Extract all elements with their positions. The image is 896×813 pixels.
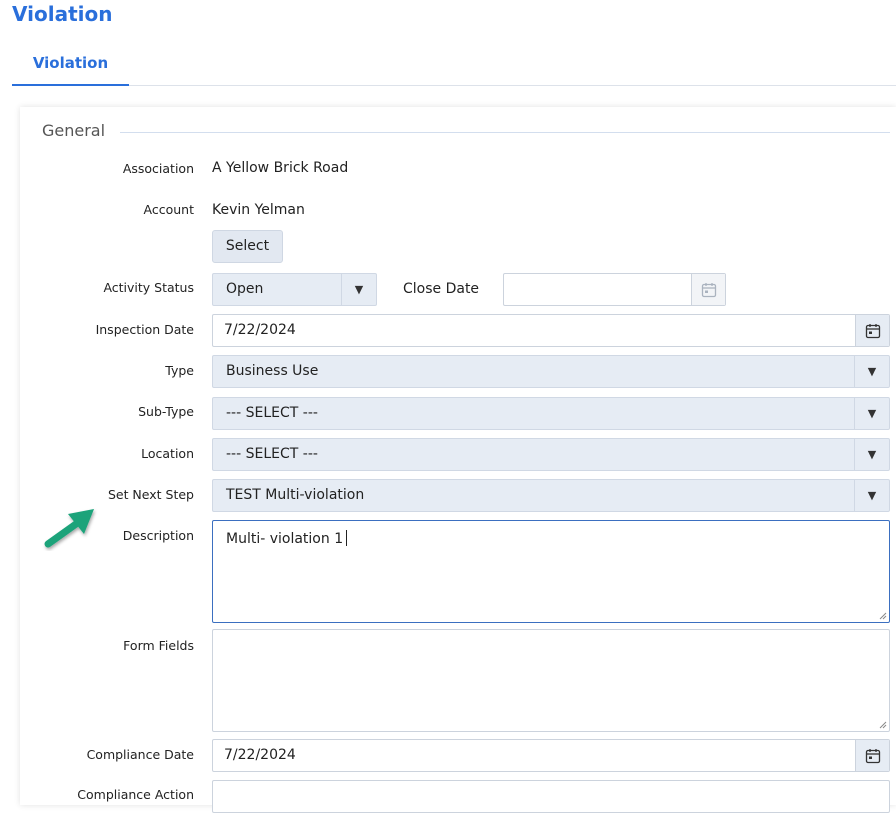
caret-down-icon[interactable]: ▼	[854, 439, 889, 470]
caret-down-icon[interactable]: ▼	[854, 356, 889, 387]
sub-type-select[interactable]: --- SELECT --- ▼	[212, 397, 890, 430]
compliance-date-input[interactable]: 7/22/2024	[212, 739, 890, 772]
activity-status-label: Activity Status	[103, 280, 194, 295]
location-value: --- SELECT ---	[226, 446, 318, 462]
location-select[interactable]: --- SELECT --- ▼	[212, 438, 890, 471]
form-fields-textarea[interactable]	[212, 629, 890, 732]
caret-down-icon[interactable]: ▼	[341, 274, 376, 305]
association-value: A Yellow Brick Road	[212, 160, 349, 176]
resize-handle-icon[interactable]	[879, 721, 887, 729]
description-value: Multi- violation 1	[226, 531, 344, 547]
activity-status-select[interactable]: Open ▼	[212, 273, 377, 306]
compliance-date-label: Compliance Date	[86, 747, 194, 762]
set-next-step-value: TEST Multi-violation	[226, 487, 365, 503]
tab-violation[interactable]: Violation	[12, 50, 129, 86]
set-next-step-select[interactable]: TEST Multi-violation ▼	[212, 479, 890, 512]
tab-divider	[129, 85, 896, 86]
activity-status-value: Open	[226, 281, 264, 297]
form-fields-label: Form Fields	[123, 638, 194, 653]
caret-down-icon[interactable]: ▼	[854, 398, 889, 429]
text-caret	[346, 530, 348, 546]
resize-handle-icon[interactable]	[879, 612, 887, 620]
location-label: Location	[141, 446, 194, 461]
type-label: Type	[165, 363, 194, 378]
account-value: Kevin Yelman	[212, 202, 305, 218]
type-value: Business Use	[226, 363, 319, 379]
calendar-icon[interactable]	[855, 740, 889, 771]
close-date-label: Close Date	[403, 281, 480, 297]
legend-divider	[120, 132, 890, 133]
account-label: Account	[143, 202, 194, 217]
section-legend: General	[42, 121, 106, 140]
inspection-date-value: 7/22/2024	[224, 322, 296, 338]
select-account-button[interactable]: Select	[212, 230, 283, 263]
association-label: Association	[122, 161, 194, 176]
compliance-date-value: 7/22/2024	[224, 747, 296, 763]
set-next-step-label: Set Next Step	[107, 487, 194, 502]
type-select[interactable]: Business Use ▼	[212, 355, 890, 388]
caret-down-icon[interactable]: ▼	[854, 480, 889, 511]
sub-type-label: Sub-Type	[138, 404, 194, 419]
sub-type-value: --- SELECT ---	[226, 405, 318, 421]
inspection-date-label: Inspection Date	[95, 322, 194, 337]
description-textarea[interactable]: Multi- violation 1	[212, 520, 890, 623]
description-label: Description	[122, 528, 194, 543]
calendar-icon[interactable]	[855, 315, 889, 346]
close-date-input[interactable]	[503, 273, 726, 306]
calendar-icon[interactable]	[691, 274, 725, 305]
compliance-action-input[interactable]	[212, 780, 890, 813]
page-title: Violation	[12, 2, 113, 26]
inspection-date-input[interactable]: 7/22/2024	[212, 314, 890, 347]
